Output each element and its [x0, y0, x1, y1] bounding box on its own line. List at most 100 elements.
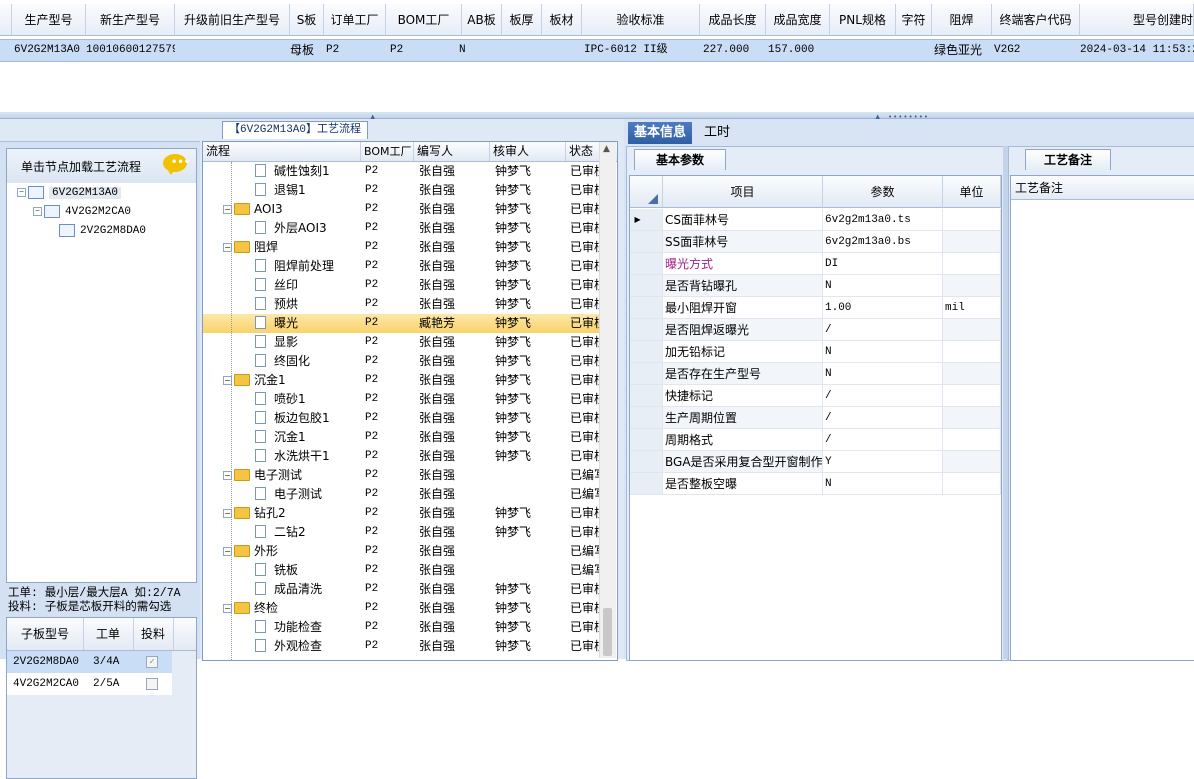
board-icon	[59, 223, 75, 237]
col-old-model[interactable]: 升级前旧生产型号	[175, 4, 290, 36]
col-new-model[interactable]: 新生产型号	[86, 4, 175, 36]
param-row[interactable]: 是否阻焊返曝光 /	[630, 319, 1001, 341]
flow-row[interactable]: 碱性蚀刻1 P2 张自强 钟梦飞 已审核	[203, 162, 603, 181]
param-row[interactable]: 快捷标记 /	[630, 385, 1001, 407]
tab-work-hours[interactable]: 工时	[698, 122, 736, 144]
param-row[interactable]: SS面菲林号 6v2g2m13a0.bs	[630, 231, 1001, 253]
flow-row[interactable]: − 电子测试 P2 张自强 已编写	[203, 466, 603, 485]
col-item[interactable]: 项目	[663, 176, 823, 208]
tab-process-notes[interactable]: 工艺备注	[1025, 149, 1111, 170]
col-ab-board[interactable]: AB板	[462, 4, 502, 36]
flow-row[interactable]: − 终检 P2 张自强 钟梦飞 已审核	[203, 599, 603, 618]
flow-row[interactable]: 铣板 P2 张自强 已编写	[203, 561, 603, 580]
col-value[interactable]: 参数	[823, 176, 943, 208]
col-bom-factory[interactable]: BOM工厂	[386, 4, 462, 36]
scroll-thumb[interactable]	[603, 608, 612, 656]
horizontal-splitter[interactable]: ▲ ▲ ••••••••	[0, 112, 1194, 121]
col-pnl[interactable]: PNL规格	[830, 4, 896, 36]
col-customer[interactable]: 终端客户代码	[992, 4, 1080, 36]
flow-row[interactable]: − 钻孔2 P2 张自强 钟梦飞 已审核	[203, 504, 603, 523]
sub-row[interactable]: 4V2G2M2CA0 2/5A	[7, 673, 172, 695]
col-length[interactable]: 成品长度	[700, 4, 766, 36]
param-value[interactable]: 6v2g2m13a0.bs	[823, 231, 943, 253]
col-created[interactable]: 型号创建时	[1080, 4, 1194, 36]
flow-row[interactable]: 板边包胶1 P2 张自强 钟梦飞 已审核	[203, 409, 603, 428]
collapse-icon[interactable]: −	[33, 206, 42, 216]
param-value[interactable]: N	[823, 275, 943, 297]
col-thickness[interactable]: 板厚	[502, 4, 542, 36]
param-value[interactable]: /	[823, 407, 943, 429]
param-value[interactable]: /	[823, 429, 943, 451]
param-row[interactable]: ▶ CS面菲林号 6v2g2m13a0.ts	[630, 209, 1001, 231]
tab-basic-params[interactable]: 基本参数	[634, 149, 726, 170]
param-value[interactable]: /	[823, 319, 943, 341]
flow-row[interactable]: − 阻焊 P2 张自强 钟梦飞 已审核	[203, 238, 603, 257]
flow-row[interactable]: 喷砂1 P2 张自强 钟梦飞 已审核	[203, 390, 603, 409]
param-row[interactable]: 加无铅标记 N	[630, 341, 1001, 363]
flow-row[interactable]: 阻焊前处理 P2 张自强 钟梦飞 已审核	[203, 257, 603, 276]
flow-row[interactable]: 退锡1 P2 张自强 钟梦飞 已审核	[203, 181, 603, 200]
product-row[interactable]: 6V2G2M13A0 10010600127579 母板 P2 P2 N IPC…	[0, 39, 1194, 62]
col-standard[interactable]: 验收标准	[582, 4, 700, 36]
flow-bom: P2	[365, 564, 379, 576]
flow-row[interactable]: 外观检查 P2 张自强 钟梦飞 已审核	[203, 637, 603, 656]
col-order-factory[interactable]: 订单工厂	[324, 4, 386, 36]
tab-basic-info[interactable]: 基本信息	[628, 122, 693, 144]
col-sub-feed[interactable]: 投料	[133, 618, 174, 650]
flow-row[interactable]: 沉金1 P2 张自强 钟梦飞 已审核	[203, 428, 603, 447]
col-char[interactable]: 字符	[896, 4, 932, 36]
flow-row[interactable]: 成品清洗 P2 张自强 钟梦飞 已审核	[203, 580, 603, 599]
notes-box[interactable]: 工艺备注	[1010, 175, 1194, 661]
param-value[interactable]: Y	[823, 451, 943, 473]
col-solder[interactable]: 阻焊	[932, 4, 992, 36]
param-item: 周期格式	[663, 429, 823, 451]
tree-node-root[interactable]: −6V2G2M13A0	[17, 184, 122, 203]
param-value[interactable]: /	[823, 385, 943, 407]
col-material[interactable]: 板材	[542, 4, 582, 36]
param-row[interactable]: 是否存在生产型号 N	[630, 363, 1001, 385]
flow-row[interactable]: 显影 P2 张自强 钟梦飞 已审核	[203, 333, 603, 352]
tree-node-child[interactable]: −4V2G2M2CA0	[33, 203, 131, 222]
flow-row[interactable]: 丝印 P2 张自强 钟梦飞 已审核	[203, 276, 603, 295]
flow-row[interactable]: 外层AOI3 P2 张自强 钟梦飞 已审核	[203, 219, 603, 238]
param-value[interactable]: N	[823, 341, 943, 363]
flow-row[interactable]: 电子测试 P2 张自强 已编写	[203, 485, 603, 504]
tree-node-leaf[interactable]: 2V2G2M8DA0	[59, 222, 146, 241]
col-prod-model[interactable]: 生产型号	[12, 4, 86, 36]
cell-ab-board: N	[459, 44, 466, 56]
flow-step-name: 丝印	[274, 278, 299, 292]
feed-checkbox[interactable]: ✓	[146, 656, 158, 668]
sub-row[interactable]: 2V2G2M8DA0 3/4A ✓	[7, 651, 172, 673]
param-row[interactable]: 是否背钻曝孔 N	[630, 275, 1001, 297]
flow-row[interactable]: 预烘 P2 张自强 钟梦飞 已审核	[203, 295, 603, 314]
document-icon	[255, 183, 266, 196]
flow-row[interactable]: 二钻2 P2 张自强 钟梦飞 已审核	[203, 523, 603, 542]
flow-row[interactable]: 水洗烘干1 P2 张自强 钟梦飞 已审核	[203, 447, 603, 466]
flow-row[interactable]: 曝光 P2 臧艳芳 钟梦飞 已审核	[203, 314, 603, 333]
col-s-board[interactable]: S板	[290, 4, 324, 36]
flow-row[interactable]: − 外形 P2 张自强 已编写	[203, 542, 603, 561]
flow-row[interactable]: 功能检查 P2 张自强 钟梦飞 已审核	[203, 618, 603, 637]
flow-scrollbar[interactable]: ▲	[599, 142, 616, 658]
param-row[interactable]: 周期格式 /	[630, 429, 1001, 451]
col-sub-model[interactable]: 子板型号	[7, 618, 84, 650]
param-row[interactable]: 生产周期位置 /	[630, 407, 1001, 429]
col-width[interactable]: 成品宽度	[766, 4, 830, 36]
param-row[interactable]: BGA是否采用复合型开窗制作 Y	[630, 451, 1001, 473]
param-row[interactable]: 曝光方式 DI	[630, 253, 1001, 275]
param-value[interactable]: DI	[823, 253, 943, 275]
flow-row[interactable]: − AOI3 P2 张自强 钟梦飞 已审核	[203, 200, 603, 219]
collapse-icon[interactable]: −	[17, 187, 26, 197]
param-value[interactable]: 1.00	[823, 297, 943, 319]
param-row[interactable]: 是否整板空曝 N	[630, 473, 1001, 495]
flow-row[interactable]: 终固化 P2 张自强 钟梦飞 已审核	[203, 352, 603, 371]
col-unit[interactable]: 单位	[943, 176, 1001, 208]
flow-row[interactable]: − 沉金1 P2 张自强 钟梦飞 已审核	[203, 371, 603, 390]
feed-checkbox[interactable]	[146, 678, 158, 690]
scroll-up-icon[interactable]: ▲	[603, 144, 610, 154]
param-value[interactable]: N	[823, 363, 943, 385]
param-value[interactable]: N	[823, 473, 943, 495]
col-sub-order[interactable]: 工单	[83, 618, 134, 650]
param-row[interactable]: 最小阻焊开窗 1.00 mil	[630, 297, 1001, 319]
param-value[interactable]: 6v2g2m13a0.ts	[823, 209, 943, 231]
